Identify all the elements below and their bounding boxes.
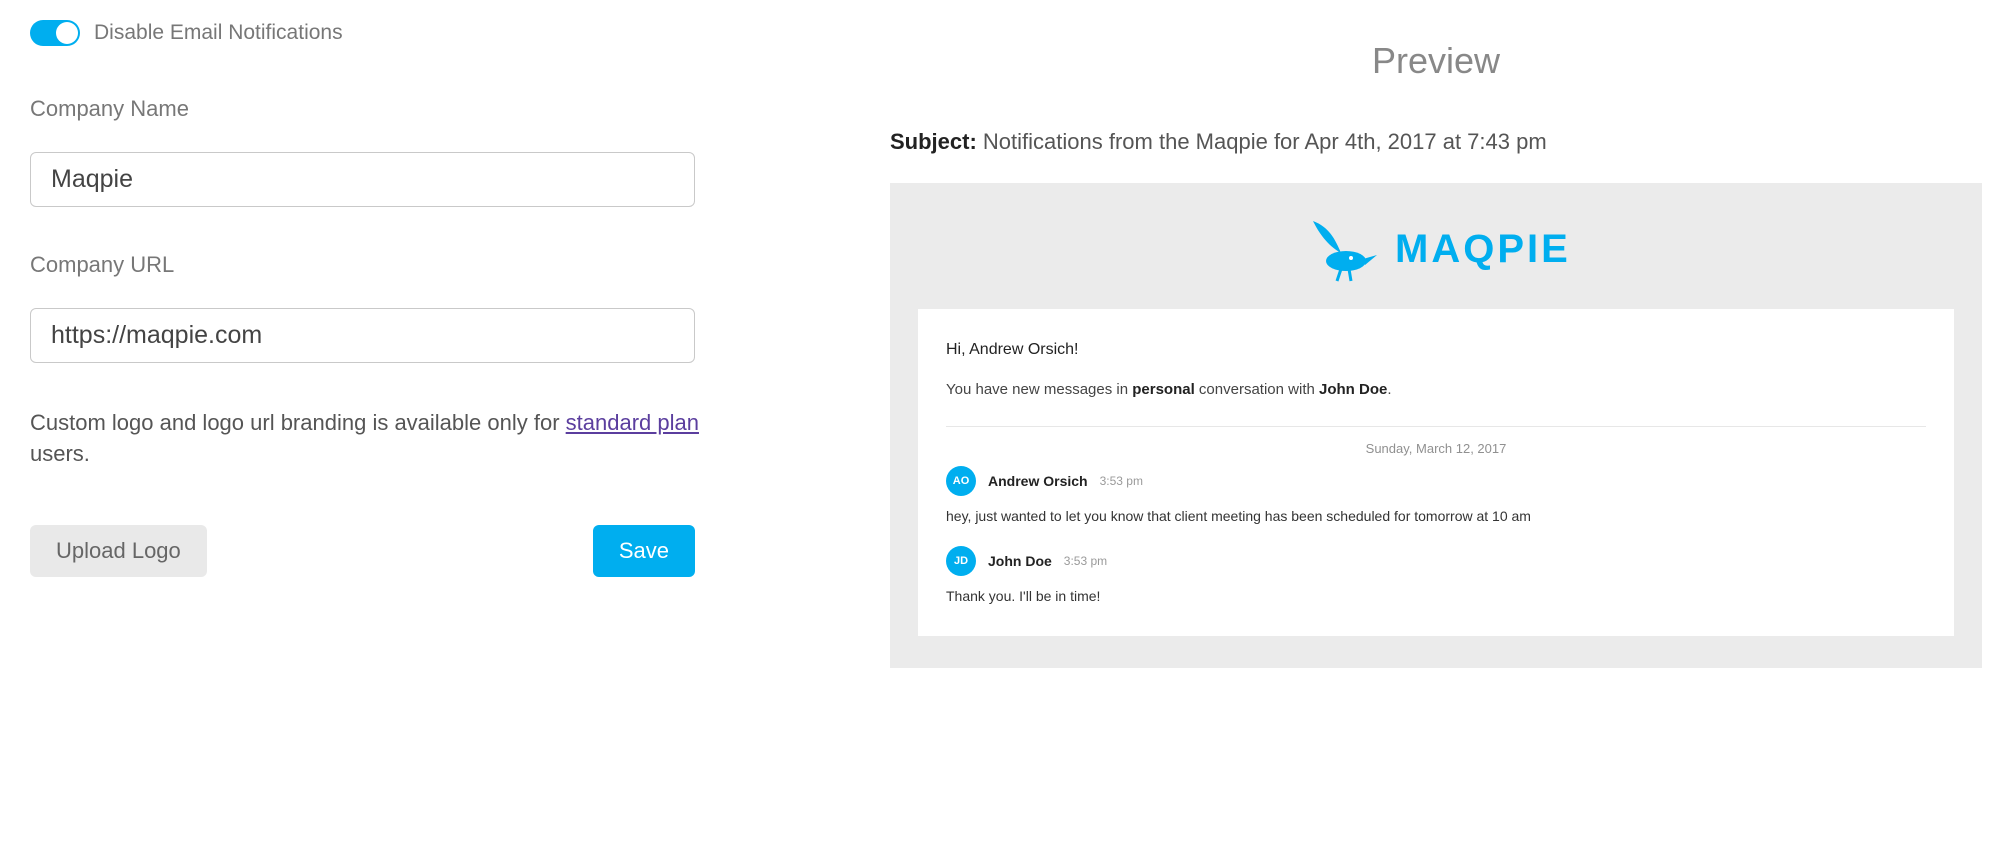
standard-plan-link[interactable]: standard plan: [566, 410, 699, 435]
preview-logo-text: MAQPIE: [1395, 227, 1571, 272]
intro-line: You have new messages in personal conver…: [946, 381, 1926, 398]
magpie-icon: [1301, 215, 1381, 285]
save-button[interactable]: Save: [593, 525, 695, 577]
company-name-label: Company Name: [30, 96, 730, 122]
disable-notifications-label: Disable Email Notifications: [94, 21, 343, 45]
company-url-input[interactable]: [30, 308, 695, 363]
divider: [946, 426, 1926, 427]
subject-value: Notifications from the Maqpie for Apr 4t…: [983, 129, 1547, 154]
preview-title: Preview: [890, 40, 1982, 82]
greeting: Hi, Andrew Orsich!: [946, 341, 1926, 359]
helper-pre: Custom logo and logo url branding is ava…: [30, 410, 566, 435]
preview-card: Hi, Andrew Orsich! You have new messages…: [918, 309, 1954, 636]
message-header: JD John Doe 3:53 pm: [946, 546, 1926, 576]
avatar: JD: [946, 546, 976, 576]
subject-line: Subject: Notifications from the Maqpie f…: [890, 127, 1982, 158]
avatar: AO: [946, 466, 976, 496]
preview-box: MAQPIE Hi, Andrew Orsich! You have new m…: [890, 183, 1982, 668]
upload-logo-button[interactable]: Upload Logo: [30, 525, 207, 577]
helper-text: Custom logo and logo url branding is ava…: [30, 408, 710, 470]
subject-label: Subject:: [890, 129, 977, 154]
company-name-input[interactable]: [30, 152, 695, 207]
message-time: 3:53 pm: [1100, 474, 1143, 488]
message-body: hey, just wanted to let you know that cl…: [946, 508, 1926, 524]
helper-post: users.: [30, 441, 90, 466]
message-time: 3:53 pm: [1064, 554, 1107, 568]
date-label: Sunday, March 12, 2017: [946, 441, 1926, 456]
message-sender: Andrew Orsich: [988, 473, 1088, 489]
message-body: Thank you. I'll be in time!: [946, 588, 1926, 604]
message-sender: John Doe: [988, 553, 1052, 569]
preview-logo: MAQPIE: [918, 215, 1954, 285]
company-url-label: Company URL: [30, 252, 730, 278]
message-header: AO Andrew Orsich 3:53 pm: [946, 466, 1926, 496]
toggle-knob: [56, 22, 78, 44]
disable-notifications-toggle[interactable]: [30, 20, 80, 46]
